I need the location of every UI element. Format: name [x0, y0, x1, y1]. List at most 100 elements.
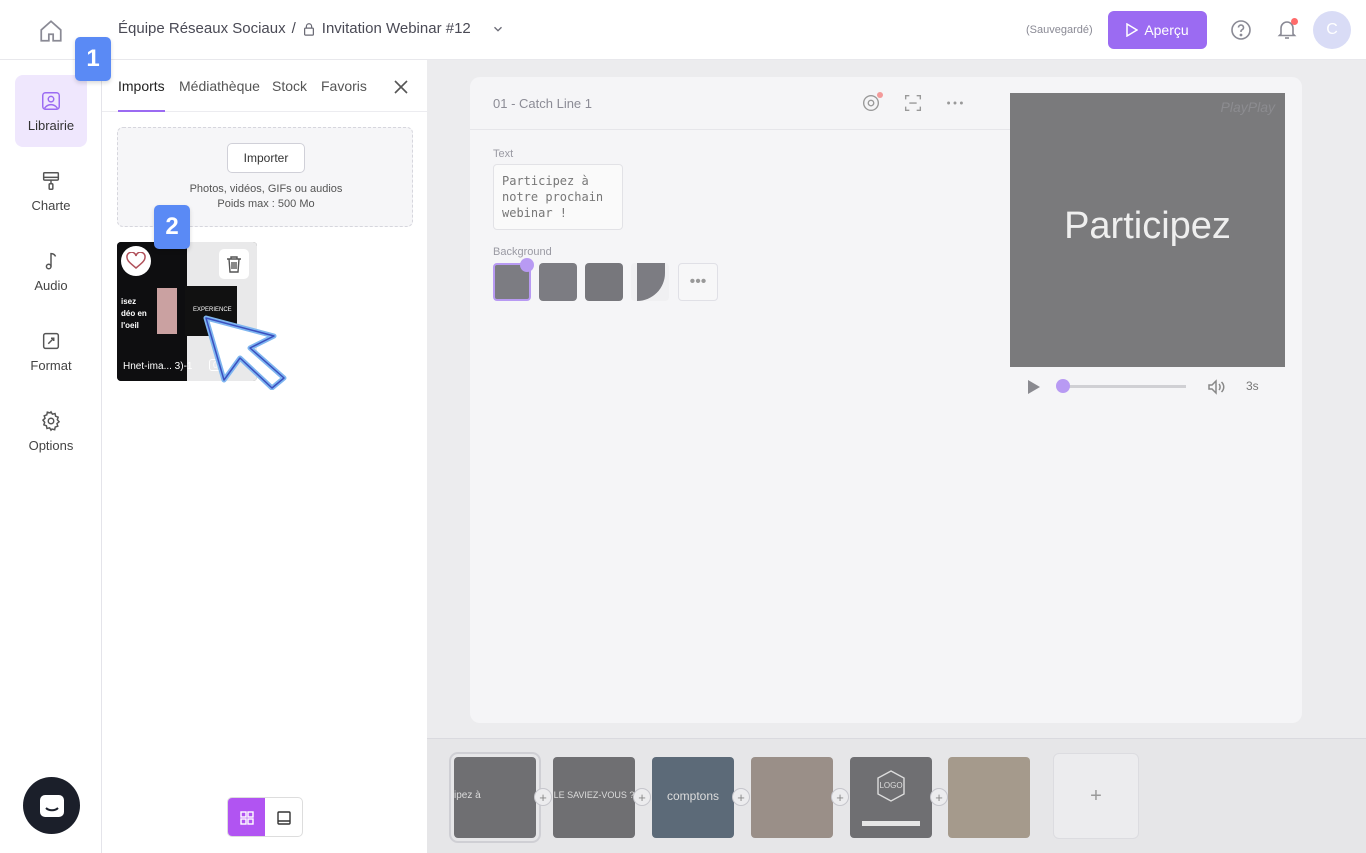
tab-imports[interactable]: Imports: [118, 78, 165, 94]
brand-watermark: PlayPlay: [1220, 99, 1275, 115]
music-note-icon: [45, 252, 57, 270]
notification-dot: [1291, 18, 1298, 25]
lock-icon: [303, 22, 314, 36]
help-icon[interactable]: [1229, 18, 1253, 42]
swatch-shape: [637, 263, 665, 301]
rail-item-format[interactable]: Format: [15, 315, 87, 387]
chat-icon: [39, 794, 64, 817]
breadcrumb-team[interactable]: Équipe Réseaux Sociaux: [118, 20, 286, 37]
thumb-text: l'oeil: [121, 321, 139, 330]
progress-track[interactable]: [1062, 385, 1186, 388]
timeline-slide[interactable]: LOGO: [850, 757, 932, 838]
add-slide-button[interactable]: +: [1053, 753, 1139, 839]
rail-item-audio[interactable]: Audio: [15, 235, 87, 307]
add-between-button[interactable]: +: [633, 788, 651, 806]
gear-icon: [41, 410, 61, 431]
list-icon: [276, 811, 291, 825]
thumb-photo: [157, 288, 177, 334]
avatar[interactable]: C: [1313, 11, 1351, 49]
paint-roller-icon: [42, 171, 60, 190]
heart-icon: [126, 252, 146, 269]
chevron-down-icon[interactable]: [491, 22, 505, 36]
settings-dot: [877, 92, 883, 98]
thumb-text: isez: [121, 297, 137, 306]
background-swatch[interactable]: [631, 263, 669, 301]
home-icon[interactable]: [38, 18, 64, 44]
player-controls: 3s: [1010, 367, 1285, 407]
tab-favoris[interactable]: Favoris: [321, 78, 367, 94]
slide-label: comptons: [666, 789, 720, 803]
swap-icon[interactable]: [902, 92, 924, 114]
scene-editor: 01 - Catch Line 1 Text Participez à notr…: [470, 77, 1302, 723]
tab-mediatheque[interactable]: Médiathèque: [179, 78, 260, 94]
play-icon[interactable]: [1028, 380, 1040, 394]
top-bar: Équipe Réseaux Sociaux / Invitation Webi…: [0, 0, 1366, 60]
text-field[interactable]: Participez à notre prochain webinar !: [493, 164, 623, 230]
divider: [470, 129, 1010, 130]
add-between-button[interactable]: +: [732, 788, 750, 806]
background-swatch[interactable]: [585, 263, 623, 301]
rail-item-options[interactable]: Options: [15, 395, 87, 467]
chat-button[interactable]: [23, 777, 80, 834]
project-title[interactable]: Invitation Webinar #12: [322, 20, 471, 37]
tab-stock[interactable]: Stock: [272, 78, 307, 94]
preview-label: Aperçu: [1144, 22, 1189, 38]
step-badge-2: 2: [154, 205, 190, 249]
list-view-button[interactable]: [265, 798, 302, 836]
media-item-name: Hnet-ima... 3)-1: [123, 361, 193, 372]
timeline-slide[interactable]: ipez à: [449, 752, 541, 843]
preview-button[interactable]: Aperçu: [1108, 11, 1207, 49]
video-preview: PlayPlay Participez: [1010, 93, 1285, 367]
selected-check-icon: [520, 258, 534, 272]
rail-item-charte[interactable]: Charte: [15, 155, 87, 227]
slide-bar: [862, 821, 920, 826]
timeline: ipez à + LE SAVIEZ-VOUS ? + comptons + +…: [427, 738, 1366, 853]
resize-icon: [42, 332, 60, 349]
active-tab-indicator: [118, 110, 165, 112]
timeline-slide[interactable]: [948, 757, 1030, 838]
grid-view-button[interactable]: [228, 798, 265, 836]
timeline-slide[interactable]: [751, 757, 833, 838]
step-badge-1: 1: [75, 37, 111, 81]
library-tabs: Imports Médiathèque Stock Favoris: [102, 60, 427, 112]
background-swatch[interactable]: [539, 263, 577, 301]
delete-button[interactable]: [219, 249, 249, 279]
add-between-button[interactable]: +: [831, 788, 849, 806]
more-backgrounds-button[interactable]: •••: [678, 263, 718, 301]
favorite-button[interactable]: [121, 246, 151, 276]
saved-status: (Sauvegardé): [1026, 24, 1093, 36]
progress-knob[interactable]: [1056, 379, 1070, 393]
library-panel: Imports Médiathèque Stock Favoris Import…: [102, 60, 427, 853]
slide-label: ipez à: [454, 790, 481, 801]
background-label: Background: [493, 246, 552, 258]
view-toggle: [227, 797, 303, 837]
rail-label: Charte: [31, 197, 71, 213]
image-icon: [42, 91, 60, 110]
breadcrumb-separator: /: [291, 20, 296, 37]
duration-label: 3s: [1246, 379, 1259, 393]
trash-icon: [227, 256, 241, 273]
play-icon: [1126, 23, 1139, 37]
left-rail: Librairie Charte Audio Format Options: [0, 60, 102, 853]
preview-text: Participez: [1064, 205, 1231, 247]
rail-item-librairie[interactable]: Librairie: [15, 75, 87, 147]
rail-label: Librairie: [27, 117, 75, 133]
more-icon[interactable]: [944, 92, 966, 114]
rail-label: Format: [30, 357, 72, 373]
slide-label: LOGO: [879, 781, 903, 790]
app-root: Équipe Réseaux Sociaux / Invitation Webi…: [0, 0, 1366, 853]
close-icon[interactable]: [391, 77, 411, 97]
add-between-button[interactable]: +: [534, 788, 552, 806]
import-button[interactable]: Importer: [227, 143, 305, 173]
add-between-button[interactable]: +: [930, 788, 948, 806]
timeline-slide[interactable]: comptons: [652, 757, 734, 838]
volume-icon[interactable]: [1206, 377, 1226, 397]
cursor-icon: [203, 315, 287, 390]
editor-area: 01 - Catch Line 1 Text Participez à notr…: [427, 60, 1366, 853]
timeline-slide[interactable]: LE SAVIEZ-VOUS ?: [553, 757, 635, 838]
grid-icon: [239, 811, 254, 825]
scene-title: 01 - Catch Line 1: [493, 96, 593, 111]
slide-label: LE SAVIEZ-VOUS ?: [553, 790, 635, 800]
text-label: Text: [493, 148, 514, 160]
dropzone-formats: Photos, vidéos, GIFs ou audios: [189, 183, 343, 195]
